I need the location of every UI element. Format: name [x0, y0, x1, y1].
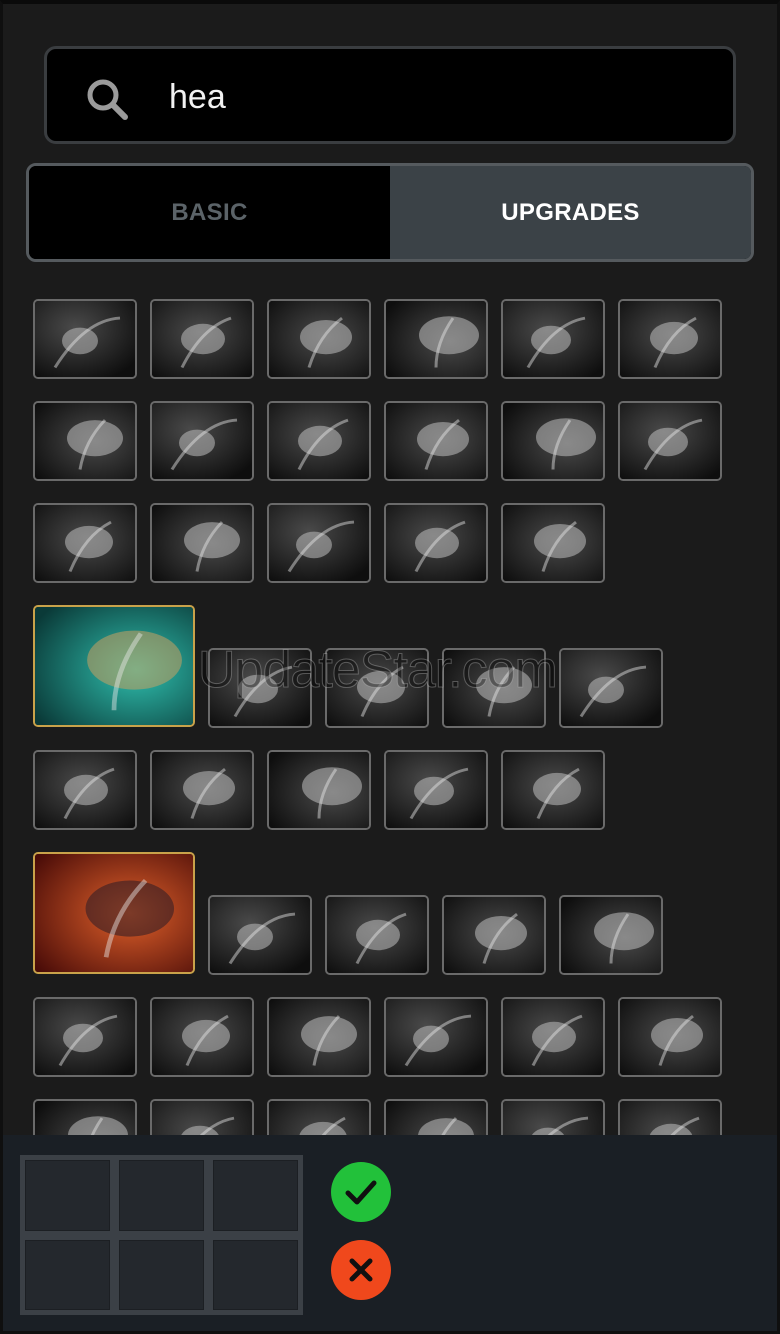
- item-boots[interactable]: [384, 299, 488, 379]
- check-icon: [345, 1180, 377, 1205]
- bottom-panel: [0, 1135, 780, 1334]
- item-spear[interactable]: [33, 750, 137, 830]
- item-orb[interactable]: [150, 401, 254, 481]
- item-horn[interactable]: [384, 503, 488, 583]
- tab-basic[interactable]: BASIC: [29, 166, 390, 259]
- item-golem[interactable]: [501, 503, 605, 583]
- cancel-button[interactable]: [331, 1240, 391, 1300]
- inventory-slot[interactable]: [119, 1239, 204, 1310]
- item-rose[interactable]: [267, 997, 371, 1077]
- item-skull-mask[interactable]: [33, 503, 137, 583]
- close-icon: [349, 1258, 373, 1282]
- item-sceptre[interactable]: [559, 648, 663, 728]
- item-gauntlet[interactable]: [501, 299, 605, 379]
- item-ring-b[interactable]: [267, 401, 371, 481]
- inventory-slot[interactable]: [25, 1239, 110, 1310]
- item-boots-armored[interactable]: [267, 299, 371, 379]
- item-amulet[interactable]: [618, 401, 722, 481]
- item-medallion[interactable]: [559, 895, 663, 975]
- item-eagle-helm[interactable]: [33, 605, 195, 727]
- item-band[interactable]: [267, 503, 371, 583]
- item-heart-crest[interactable]: [384, 401, 488, 481]
- item-shield[interactable]: [150, 503, 254, 583]
- item-flame-heart[interactable]: [33, 852, 195, 974]
- search-icon: [87, 79, 128, 120]
- search-box[interactable]: [44, 46, 736, 144]
- item-mane[interactable]: [150, 997, 254, 1077]
- inventory-slot[interactable]: [213, 1160, 298, 1231]
- inventory-slot[interactable]: [25, 1160, 110, 1231]
- inventory-slot[interactable]: [119, 1160, 204, 1231]
- item-chain-pendant[interactable]: [501, 401, 605, 481]
- item-shatter[interactable]: [442, 895, 546, 975]
- item-vortex[interactable]: [384, 750, 488, 830]
- inventory-grid: [20, 1155, 303, 1315]
- item-staff[interactable]: [618, 997, 722, 1077]
- item-ring-a[interactable]: [33, 401, 137, 481]
- item-tome[interactable]: [150, 750, 254, 830]
- category-tabs: BASIC UPGRADES: [26, 163, 754, 262]
- item-wand[interactable]: [618, 299, 722, 379]
- item-blade[interactable]: [501, 997, 605, 1077]
- item-beast-helm[interactable]: [325, 895, 429, 975]
- item-bird-mask[interactable]: [208, 895, 312, 975]
- tab-upgrades[interactable]: UPGRADES: [390, 166, 751, 259]
- search-input[interactable]: [167, 69, 711, 125]
- item-tower-shield[interactable]: [33, 997, 137, 1077]
- inventory-slot[interactable]: [213, 1239, 298, 1310]
- item-armor[interactable]: [501, 750, 605, 830]
- item-cloak[interactable]: [150, 299, 254, 379]
- item-dagger[interactable]: [267, 750, 371, 830]
- confirm-button[interactable]: [331, 1162, 391, 1222]
- item-torch[interactable]: [33, 299, 137, 379]
- item-hood[interactable]: [384, 997, 488, 1077]
- watermark: UpdateStar.com: [198, 641, 559, 700]
